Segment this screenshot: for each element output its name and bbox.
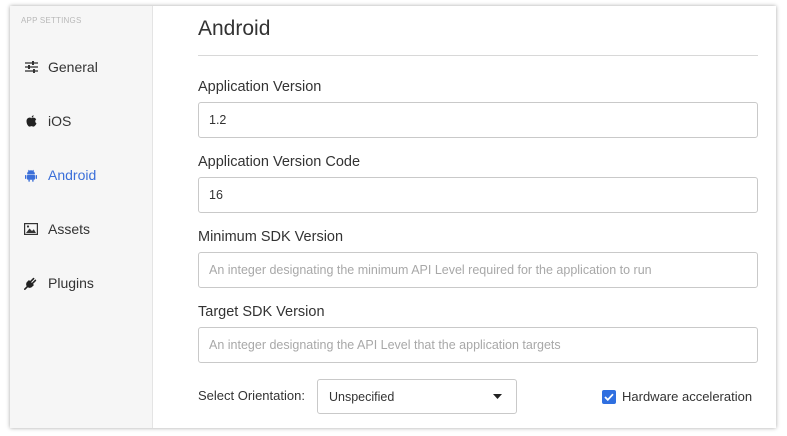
sliders-icon [23, 59, 39, 75]
sidebar-item-label: General [48, 59, 98, 75]
sidebar-item-plugins[interactable]: Plugins [10, 268, 152, 298]
orientation-label: Select Orientation: [198, 388, 305, 403]
title-divider [198, 55, 758, 56]
sidebar: APP SETTINGS General iOS Android Assets … [10, 6, 153, 428]
application-version-label: Application Version [198, 79, 322, 95]
application-version-input[interactable] [198, 102, 758, 138]
sidebar-item-label: Android [48, 167, 97, 183]
orientation-selected-value: Unspecified [329, 389, 395, 404]
page-title: Android [198, 17, 271, 40]
sidebar-header: APP SETTINGS [21, 16, 82, 25]
app-settings-window: APP SETTINGS General iOS Android Assets … [10, 6, 776, 428]
image-icon [23, 221, 39, 237]
android-settings-panel: Android Application Version Application … [198, 6, 776, 428]
minimum-sdk-version-input[interactable] [198, 252, 758, 288]
minimum-sdk-version-label: Minimum SDK Version [198, 229, 344, 245]
sidebar-item-ios[interactable]: iOS [10, 106, 152, 136]
target-sdk-version-input[interactable] [198, 327, 758, 363]
sidebar-item-assets[interactable]: Assets [10, 214, 152, 244]
sidebar-item-general[interactable]: General [10, 52, 152, 82]
target-sdk-version-label: Target SDK Version [198, 304, 325, 320]
hardware-acceleration-label: Hardware acceleration [622, 389, 753, 404]
apple-icon [23, 113, 39, 129]
application-version-code-label: Application Version Code [198, 154, 361, 170]
sidebar-item-label: Assets [48, 221, 91, 237]
caret-down-icon [493, 394, 502, 399]
checkmark-icon [604, 393, 614, 401]
android-icon [23, 167, 39, 183]
sidebar-item-label: Plugins [48, 275, 94, 291]
orientation-select[interactable]: Unspecified [317, 379, 517, 414]
application-version-code-input[interactable] [198, 177, 758, 213]
hardware-acceleration-checkbox[interactable] [602, 389, 616, 404]
plug-icon [23, 275, 39, 291]
sidebar-item-label: iOS [48, 113, 72, 129]
sidebar-item-android[interactable]: Android [10, 160, 152, 190]
hardware-acceleration-toggle[interactable]: Hardware acceleration [602, 389, 752, 404]
